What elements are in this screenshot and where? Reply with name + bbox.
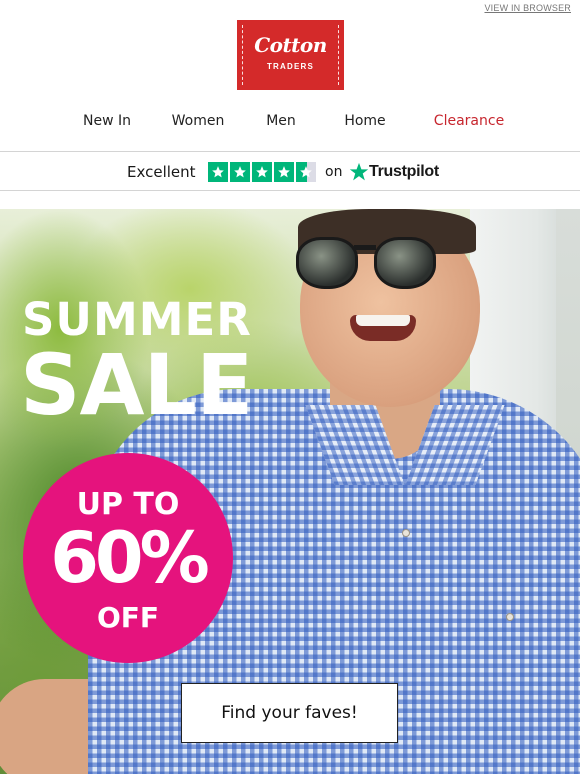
nav-new-in[interactable]: New In xyxy=(83,113,131,129)
trustpilot-stars xyxy=(208,162,316,182)
sunglasses-icon xyxy=(374,237,436,289)
sunglasses-bridge xyxy=(354,245,376,250)
find-your-faves-button[interactable]: Find your faves! xyxy=(181,683,398,743)
main-nav: New In Women Men Home Clearance xyxy=(0,113,580,133)
trustpilot-banner[interactable]: Excellent on Trustpilot xyxy=(0,151,580,191)
view-in-browser-link[interactable]: VIEW IN BROWSER xyxy=(484,3,571,13)
nav-home[interactable]: Home xyxy=(344,113,385,129)
cotton-traders-logo[interactable]: Cotton TRADERS xyxy=(237,20,344,90)
trustpilot-on-text: on xyxy=(325,164,343,180)
star-icon xyxy=(252,162,272,182)
shirt-button xyxy=(506,613,514,621)
hero-model-smile xyxy=(350,315,416,341)
nav-women[interactable]: Women xyxy=(172,113,225,129)
trustpilot-brand-text: Trustpilot xyxy=(369,163,439,180)
trustpilot-rating-text: Excellent xyxy=(127,163,196,181)
star-icon xyxy=(230,162,250,182)
sunglasses-icon xyxy=(296,237,358,289)
hero-banner[interactable]: SUMMER SALE UP TO 60% OFF Find your fave… xyxy=(0,209,580,774)
shirt-button xyxy=(402,529,410,537)
badge-off: OFF xyxy=(96,601,160,634)
trustpilot-logo-star-icon xyxy=(349,162,369,181)
star-icon xyxy=(208,162,228,182)
discount-badge: UP TO 60% OFF xyxy=(23,453,233,663)
half-star-icon xyxy=(296,162,316,182)
badge-percent: 60% xyxy=(50,517,210,599)
star-icon xyxy=(274,162,294,182)
hero-headline-sale: SALE xyxy=(20,336,253,434)
nav-men[interactable]: Men xyxy=(266,113,296,129)
nav-clearance[interactable]: Clearance xyxy=(434,113,504,129)
logo-sub-text: TRADERS xyxy=(266,62,315,71)
logo-script-text: Cotton xyxy=(254,33,327,57)
